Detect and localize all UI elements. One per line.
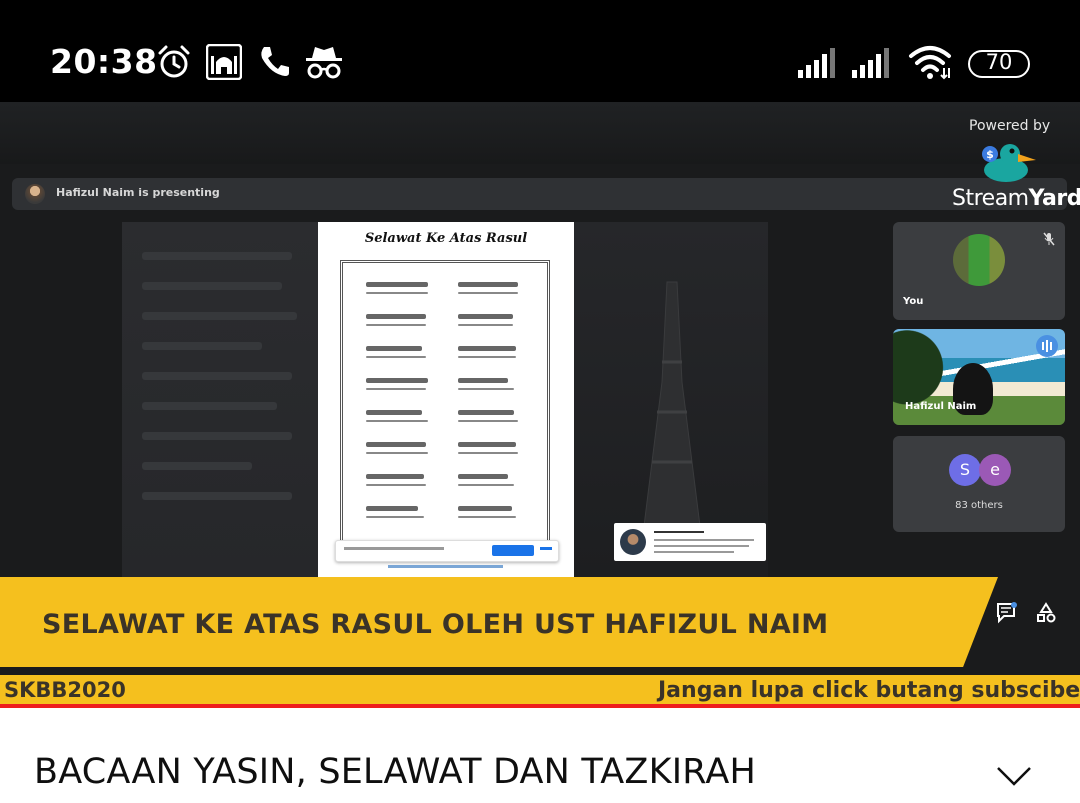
tower-image <box>641 281 703 542</box>
document-footer-link <box>388 565 503 568</box>
avatar-initial-s: S <box>949 454 981 486</box>
powered-by-label: Powered by <box>969 118 1051 134</box>
video-background <box>0 102 1080 164</box>
wifi-icon <box>909 46 951 80</box>
avatar-initial-e: e <box>979 454 1011 486</box>
shared-screen-sidebar <box>122 222 318 577</box>
video-player[interactable]: Hafizul Naim is presenting Powered by $ … <box>0 102 1080 704</box>
you-label: You <box>903 296 924 307</box>
chevron-down-icon[interactable] <box>994 764 1034 788</box>
streamyard-wordmark: StreamYard <box>952 186 1080 211</box>
video-title[interactable]: BACAAN YASIN, SELAWAT DAN TAZKIRAH <box>34 752 756 792</box>
participant-tile-others: S e 83 others <box>893 436 1065 532</box>
alarm-icon <box>158 45 190 78</box>
banner-text: SELAWAT KE ATAS RASUL OLEH UST HAFIZUL N… <box>42 609 829 640</box>
brand-left: Stream <box>952 186 1029 211</box>
avatar <box>953 234 1005 286</box>
presenting-bar: Hafizul Naim is presenting <box>12 178 1067 210</box>
ticker-scrolling-text: Jangan lupa click butang subscibe da <box>658 678 1080 703</box>
presenting-text: Hafizul Naim is presenting <box>56 186 220 199</box>
battery-icon: 70 <box>968 50 1030 78</box>
participant-tile-speaker: Hafizul Naim <box>893 329 1065 425</box>
status-time: 20:38 <box>50 42 158 81</box>
others-count: 83 others <box>955 500 1003 511</box>
status-bar: 20:38 70 <box>0 0 1080 102</box>
battery-level: 70 <box>985 50 1013 74</box>
selawat-document: Selawat Ke Atas Rasul <box>318 222 574 580</box>
screen-share-toast <box>335 540 559 562</box>
speaking-indicator-icon <box>1036 335 1058 357</box>
mosque-app-icon <box>206 44 242 80</box>
streamyard-duck-logo-icon: $ <box>982 144 1036 182</box>
ticker-bar: SKBB2020 Jangan lupa click butang subsci… <box>0 675 1080 704</box>
youtube-video-screen: 20:38 70 Hafizul Naim is presenting Powe… <box>0 0 1080 803</box>
chat-notification <box>614 523 766 561</box>
incognito-icon <box>306 47 342 79</box>
ticker-left-text: SKBB2020 <box>4 678 126 702</box>
video-title-row[interactable]: BACAAN YASIN, SELAWAT DAN TAZKIRAH <box>0 708 1080 803</box>
chat-icon[interactable] <box>996 602 1018 624</box>
svg-text:$: $ <box>986 148 994 161</box>
presenter-avatar <box>25 184 45 204</box>
signal-icon <box>798 48 835 78</box>
mic-off-icon <box>1043 232 1055 246</box>
signal-icon-2 <box>852 48 889 78</box>
participant-tile-you: You <box>893 222 1065 320</box>
brand-right: Yard <box>1028 186 1080 211</box>
lower-third-banner: SELAWAT KE ATAS RASUL OLEH UST HAFIZUL N… <box>0 577 998 667</box>
avatar-initial: S <box>959 460 971 479</box>
shapes-icon[interactable] <box>1035 602 1057 624</box>
avatar-initial: e <box>990 460 1000 479</box>
phone-call-icon <box>261 47 289 76</box>
chat-avatar <box>620 529 646 555</box>
document-title: Selawat Ke Atas Rasul <box>364 231 528 246</box>
speaker-label: Hafizul Naim <box>905 401 977 412</box>
